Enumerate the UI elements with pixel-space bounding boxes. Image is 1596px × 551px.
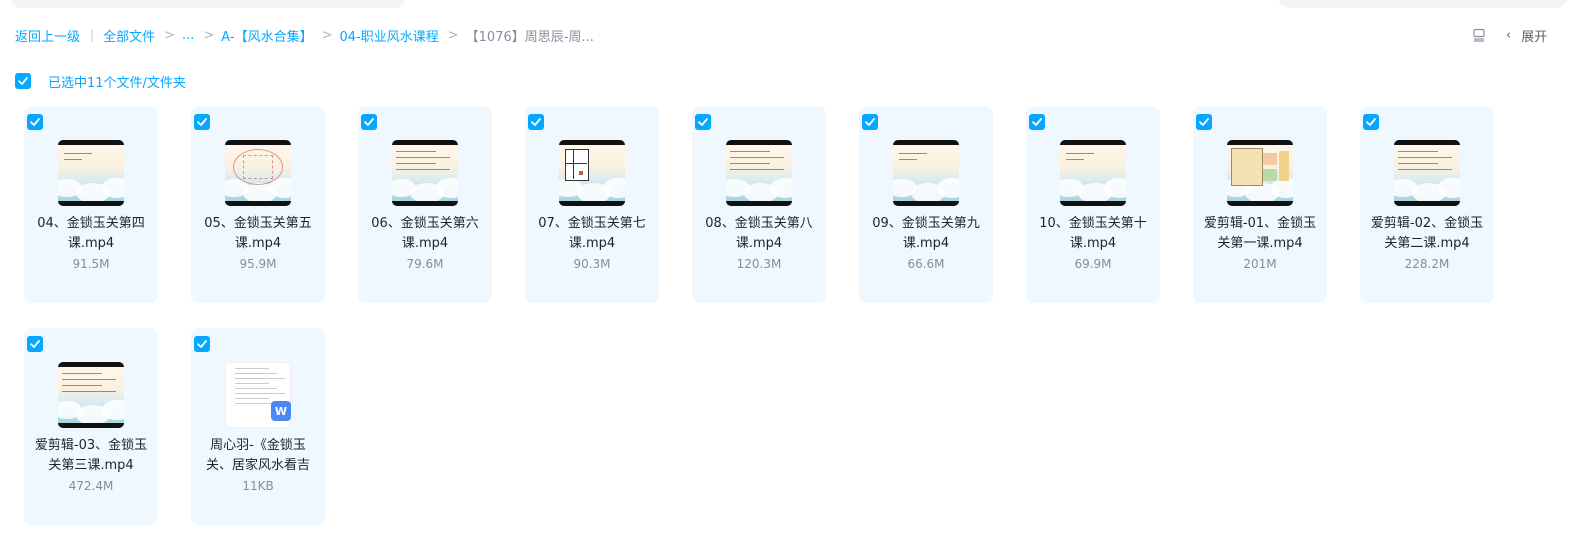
check-icon (30, 118, 40, 126)
breadcrumb-divider: | (90, 28, 95, 42)
check-icon (1366, 118, 1376, 126)
file-size: 79.6M (406, 257, 444, 271)
file-size: 91.5M (72, 257, 110, 271)
video-thumbnail (559, 140, 625, 206)
file-card[interactable]: 04、金锁玉关第四课.mp4 91.5M (24, 106, 158, 303)
breadcrumb-course-folder[interactable]: 04-职业风水课程 (340, 26, 439, 45)
file-checkbox[interactable] (528, 114, 544, 130)
file-checkbox[interactable] (361, 114, 377, 130)
file-card[interactable]: 09、金锁玉关第九课.mp4 66.6M (859, 106, 993, 303)
top-search-bar-edge (10, 0, 406, 8)
breadcrumb: 返回上一级 | 全部文件 > ... > A-【风水合集】 > 04-职业风水课… (15, 25, 594, 45)
breadcrumb-fengshui-collection[interactable]: A-【风水合集】 (221, 26, 312, 45)
video-thumbnail (58, 140, 124, 206)
check-icon (1032, 118, 1042, 126)
selection-bar: 已选中11个文件/文件夹 (15, 72, 186, 91)
video-thumbnail (1227, 140, 1293, 206)
file-checkbox[interactable] (27, 114, 43, 130)
file-size: 95.9M (239, 257, 277, 271)
check-icon (1199, 118, 1209, 126)
file-name: 05、金锁玉关第五课.mp4 (204, 216, 312, 251)
file-card[interactable]: 07、金锁玉关第七课.mp4 90.3M (525, 106, 659, 303)
breadcrumb-separator-icon: > (164, 27, 175, 43)
file-card[interactable]: 10、金锁玉关第十课.mp4 69.9M (1026, 106, 1160, 303)
file-name: 爱剪辑-01、金锁玉关第一课.mp4 (1203, 216, 1317, 251)
file-checkbox[interactable] (1196, 114, 1212, 130)
file-size: 120.3M (736, 257, 782, 271)
file-size: 69.9M (1074, 257, 1112, 271)
video-thumbnail (1060, 140, 1126, 206)
select-all-checkbox[interactable] (15, 73, 31, 89)
video-thumbnail (893, 140, 959, 206)
file-size: 228.2M (1404, 257, 1450, 271)
check-icon (698, 118, 708, 126)
file-size: 66.6M (907, 257, 945, 271)
video-thumbnail (392, 140, 458, 206)
video-thumbnail (1394, 140, 1460, 206)
file-size: 90.3M (573, 257, 611, 271)
selection-count-text: 已选中11个文件/文件夹 (48, 75, 186, 91)
file-name: 爱剪辑-03、金锁玉关第三课.mp4 (34, 438, 148, 473)
file-grid: 04、金锁玉关第四课.mp4 91.5M 05、金锁玉关第五课.mp4 95.9M 06… (24, 106, 1494, 525)
file-card[interactable]: 爱剪辑-02、金锁玉关第二课.mp4 228.2M (1360, 106, 1494, 303)
video-thumbnail (225, 140, 291, 206)
back-link[interactable]: 返回上一级 (15, 26, 80, 45)
expand-button[interactable]: 展开 (1521, 26, 1547, 45)
video-thumbnail (726, 140, 792, 206)
file-size: 472.4M (68, 479, 114, 493)
check-icon (865, 118, 875, 126)
breadcrumb-separator-icon: > (447, 27, 459, 43)
check-icon (18, 77, 28, 85)
file-size: 11KB (242, 479, 274, 493)
file-checkbox[interactable] (194, 336, 210, 352)
breadcrumb-ellipsis[interactable]: ... (182, 28, 194, 43)
breadcrumb-separator-icon: > (321, 27, 333, 43)
file-name: 09、金锁玉关第九课.mp4 (872, 216, 980, 251)
file-card[interactable]: 爱剪辑-03、金锁玉关第三课.mp4 472.4M (24, 328, 158, 525)
file-name: 爱剪辑-02、金锁玉关第二课.mp4 (1370, 216, 1484, 251)
list-view-icon[interactable] (1472, 28, 1486, 42)
file-card[interactable]: W 周心羽-《金锁玉关、居家风水看吉 11KB (191, 328, 325, 525)
file-name: 10、金锁玉关第十课.mp4 (1039, 216, 1147, 251)
file-browser: 返回上一级 | 全部文件 > ... > A-【风水合集】 > 04-职业风水课… (0, 0, 1596, 551)
file-card[interactable]: 06、金锁玉关第六课.mp4 79.6M (358, 106, 492, 303)
video-thumbnail (58, 362, 124, 428)
file-card[interactable]: 05、金锁玉关第五课.mp4 95.9M (191, 106, 325, 303)
file-checkbox[interactable] (862, 114, 878, 130)
file-name: 07、金锁玉关第七课.mp4 (538, 216, 646, 251)
file-checkbox[interactable] (1029, 114, 1045, 130)
check-icon (30, 340, 40, 348)
word-doc-icon: W (271, 401, 291, 421)
file-checkbox[interactable] (695, 114, 711, 130)
top-right-bar-edge (1278, 0, 1568, 8)
file-name: 04、金锁玉关第四课.mp4 (37, 216, 145, 251)
check-icon (197, 118, 207, 126)
file-size: 201M (1243, 257, 1277, 271)
breadcrumb-all-files[interactable]: 全部文件 (103, 26, 155, 45)
file-card[interactable]: 08、金锁玉关第八课.mp4 120.3M (692, 106, 826, 303)
file-checkbox[interactable] (194, 114, 210, 130)
file-name: 周心羽-《金锁玉关、居家风水看吉 (205, 438, 310, 473)
breadcrumb-current-folder: 【1076】周思辰-周... (465, 29, 594, 45)
file-name: 08、金锁玉关第八课.mp4 (705, 216, 813, 251)
check-icon (364, 118, 374, 126)
view-toolbar: ‹ 展开 (1472, 25, 1547, 45)
chevron-left-icon[interactable]: ‹ (1506, 28, 1511, 43)
file-name: 06、金锁玉关第六课.mp4 (371, 216, 479, 251)
file-card[interactable]: 爱剪辑-01、金锁玉关第一课.mp4 201M (1193, 106, 1327, 303)
breadcrumb-separator-icon: > (203, 27, 215, 43)
check-icon (197, 340, 207, 348)
check-icon (531, 118, 541, 126)
file-checkbox[interactable] (27, 336, 43, 352)
file-checkbox[interactable] (1363, 114, 1379, 130)
